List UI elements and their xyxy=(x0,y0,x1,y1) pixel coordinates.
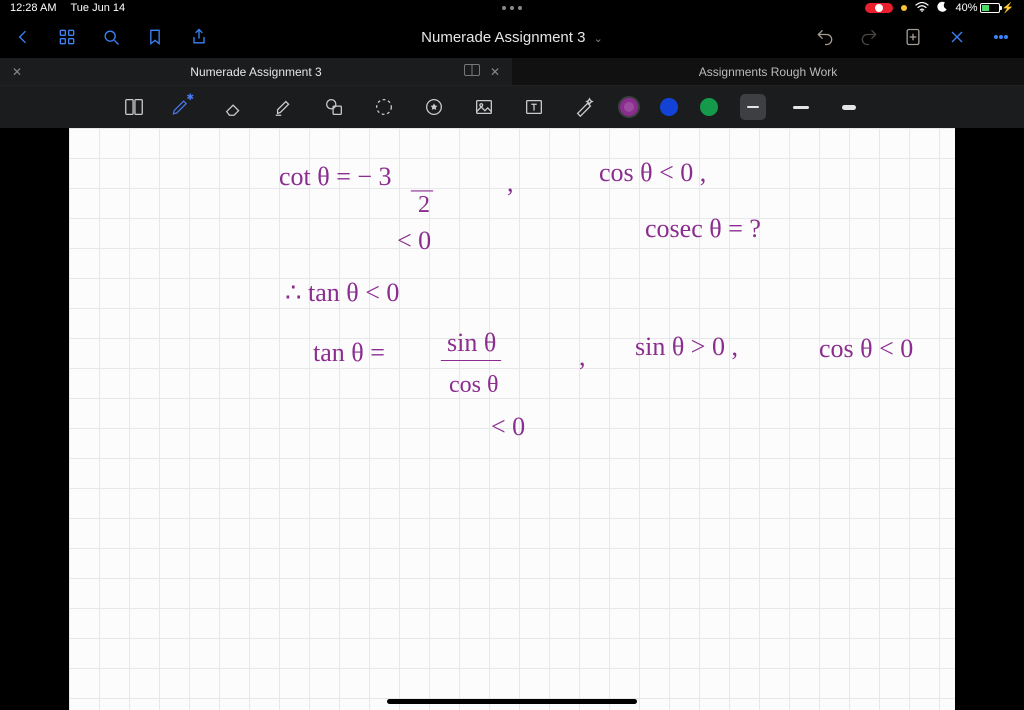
handwriting-text: < 0 xyxy=(397,226,431,256)
handwriting-text: cos θ < 0 , xyxy=(599,158,706,188)
tab-label: Assignments Rough Work xyxy=(699,65,838,79)
stroke-thin[interactable] xyxy=(740,94,766,120)
handwriting-text: 2 xyxy=(418,192,430,219)
back-button[interactable] xyxy=(12,26,34,48)
handwriting-text: cot θ = − 3 xyxy=(279,162,392,192)
screen-record-indicator[interactable] xyxy=(865,3,893,13)
stickers-tool[interactable] xyxy=(420,93,448,121)
wifi-icon xyxy=(915,2,929,15)
chevron-down-icon: ⌄ xyxy=(594,33,603,45)
tab-numerade-assignment-3[interactable]: ✕ Numerade Assignment 3 ✕ xyxy=(0,58,512,85)
pen-tool[interactable]: ✱ xyxy=(170,93,198,121)
tab-assignments-rough-work[interactable]: Assignments Rough Work xyxy=(512,58,1024,85)
magic-tool[interactable] xyxy=(570,93,598,121)
tab-close-icon[interactable]: ✕ xyxy=(12,65,22,79)
share-button[interactable] xyxy=(188,26,210,48)
handwriting-text: tan θ = xyxy=(313,338,385,368)
page-template-tool[interactable] xyxy=(120,93,148,121)
privacy-dot xyxy=(901,5,907,11)
shapes-tool[interactable] xyxy=(320,93,348,121)
handwriting-text: , xyxy=(507,168,514,198)
handwriting-text: ——— xyxy=(441,348,501,371)
undo-button[interactable] xyxy=(814,26,836,48)
documents-grid-button[interactable] xyxy=(56,26,78,48)
color-green[interactable] xyxy=(700,98,718,116)
charging-icon: ⚡ xyxy=(1002,3,1014,14)
add-page-button[interactable] xyxy=(902,26,924,48)
handwriting-text: < 0 xyxy=(491,412,525,442)
eraser-tool[interactable] xyxy=(220,93,248,121)
highlighter-tool[interactable] xyxy=(270,93,298,121)
redo-button[interactable] xyxy=(858,26,880,48)
handwriting-text: ∴ tan θ < 0 xyxy=(285,278,399,308)
ios-status-bar: 12:28 AM Tue Jun 14 40% ⚡ xyxy=(0,0,1024,16)
color-blue[interactable] xyxy=(660,98,678,116)
text-tool[interactable] xyxy=(520,93,548,121)
home-indicator[interactable] xyxy=(387,699,637,704)
document-title[interactable]: Numerade Assignment 3 ⌄ xyxy=(421,29,603,46)
multitasking-dots[interactable] xyxy=(502,6,522,10)
note-page[interactable]: cot θ = − 3—2,cos θ < 0 ,< 0cosec θ = ?∴… xyxy=(69,128,955,710)
split-view-icon[interactable] xyxy=(464,64,480,79)
stroke-thick[interactable] xyxy=(836,94,862,120)
canvas-area: cot θ = − 3—2,cos θ < 0 ,< 0cosec θ = ?∴… xyxy=(0,128,1024,710)
handwriting-text: cos θ xyxy=(449,372,499,399)
more-button[interactable] xyxy=(990,26,1012,48)
do-not-disturb-icon xyxy=(937,1,948,15)
handwriting-text: , xyxy=(579,342,586,372)
app-navbar: Numerade Assignment 3 ⌄ xyxy=(0,16,1024,58)
battery-icon xyxy=(980,3,1000,13)
handwriting-text: sin θ > 0 , xyxy=(635,332,738,362)
close-button[interactable] xyxy=(946,26,968,48)
search-button[interactable] xyxy=(100,26,122,48)
tabs-bar: ✕ Numerade Assignment 3 ✕ Assignments Ro… xyxy=(0,58,1024,86)
color-purple[interactable] xyxy=(620,98,638,116)
status-date: Tue Jun 14 xyxy=(70,2,125,14)
handwriting-text: cosec θ = ? xyxy=(645,214,761,244)
image-tool[interactable] xyxy=(470,93,498,121)
stroke-medium[interactable] xyxy=(788,94,814,120)
battery-percent: 40% xyxy=(956,2,978,14)
lasso-tool[interactable] xyxy=(370,93,398,121)
tab-close-right-icon[interactable]: ✕ xyxy=(490,65,500,79)
drawing-toolbar: ✱ xyxy=(0,86,1024,128)
tab-label: Numerade Assignment 3 xyxy=(190,65,321,79)
document-title-text: Numerade Assignment 3 xyxy=(421,29,585,46)
bookmark-button[interactable] xyxy=(144,26,166,48)
status-time: 12:28 AM xyxy=(10,2,56,14)
handwriting-text: cos θ < 0 xyxy=(819,334,913,364)
